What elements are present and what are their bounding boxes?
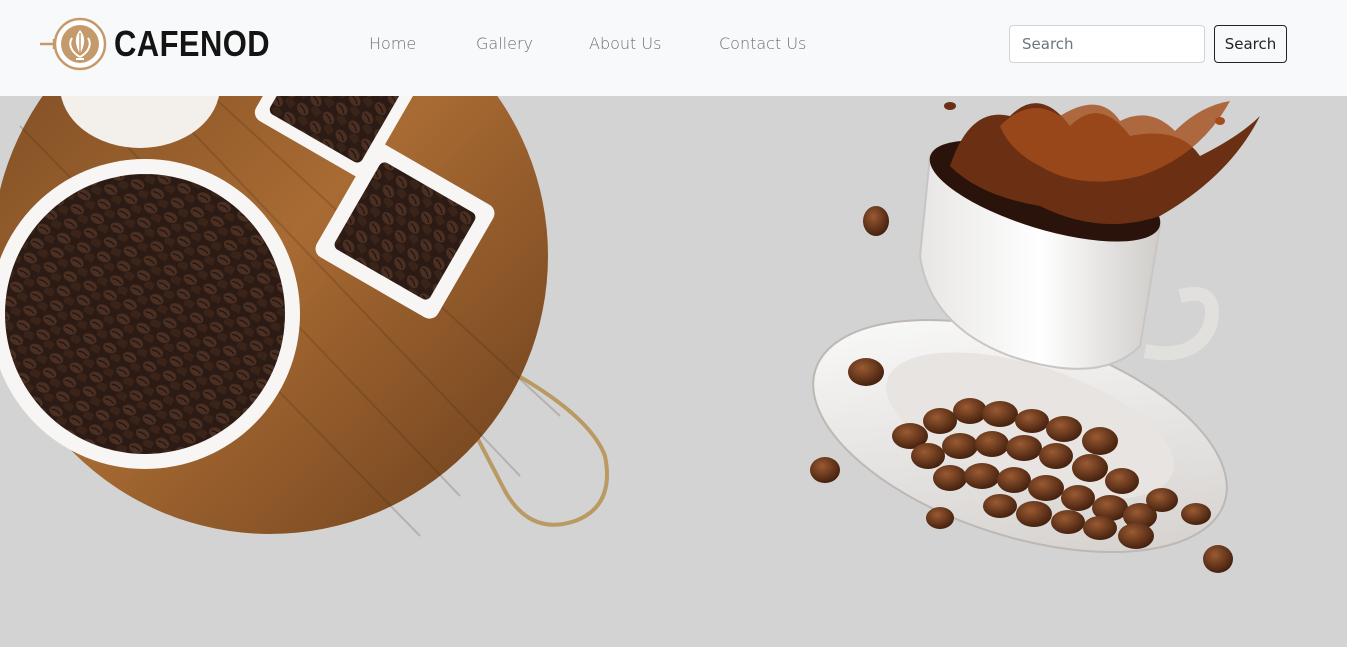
search-button[interactable]: Search xyxy=(1214,25,1287,63)
hero-section xyxy=(0,96,1347,647)
coffee-beans-board-image xyxy=(0,96,609,537)
coffee-cup-splash-image xyxy=(810,101,1260,573)
nav-link-home[interactable]: Home xyxy=(369,34,416,53)
latte-art-cup-icon xyxy=(40,17,107,71)
nav-link-about-us[interactable]: About Us xyxy=(589,34,661,53)
top-navbar: CAFENOD Home Gallery About Us Contact Us… xyxy=(0,0,1347,96)
search-input[interactable] xyxy=(1009,25,1205,63)
brand-name: CAFENOD xyxy=(114,23,271,64)
nav-link-contact-us[interactable]: Contact Us xyxy=(719,34,806,53)
brand-link[interactable]: CAFENOD xyxy=(40,16,296,72)
nav-link-gallery[interactable]: Gallery xyxy=(476,34,533,53)
